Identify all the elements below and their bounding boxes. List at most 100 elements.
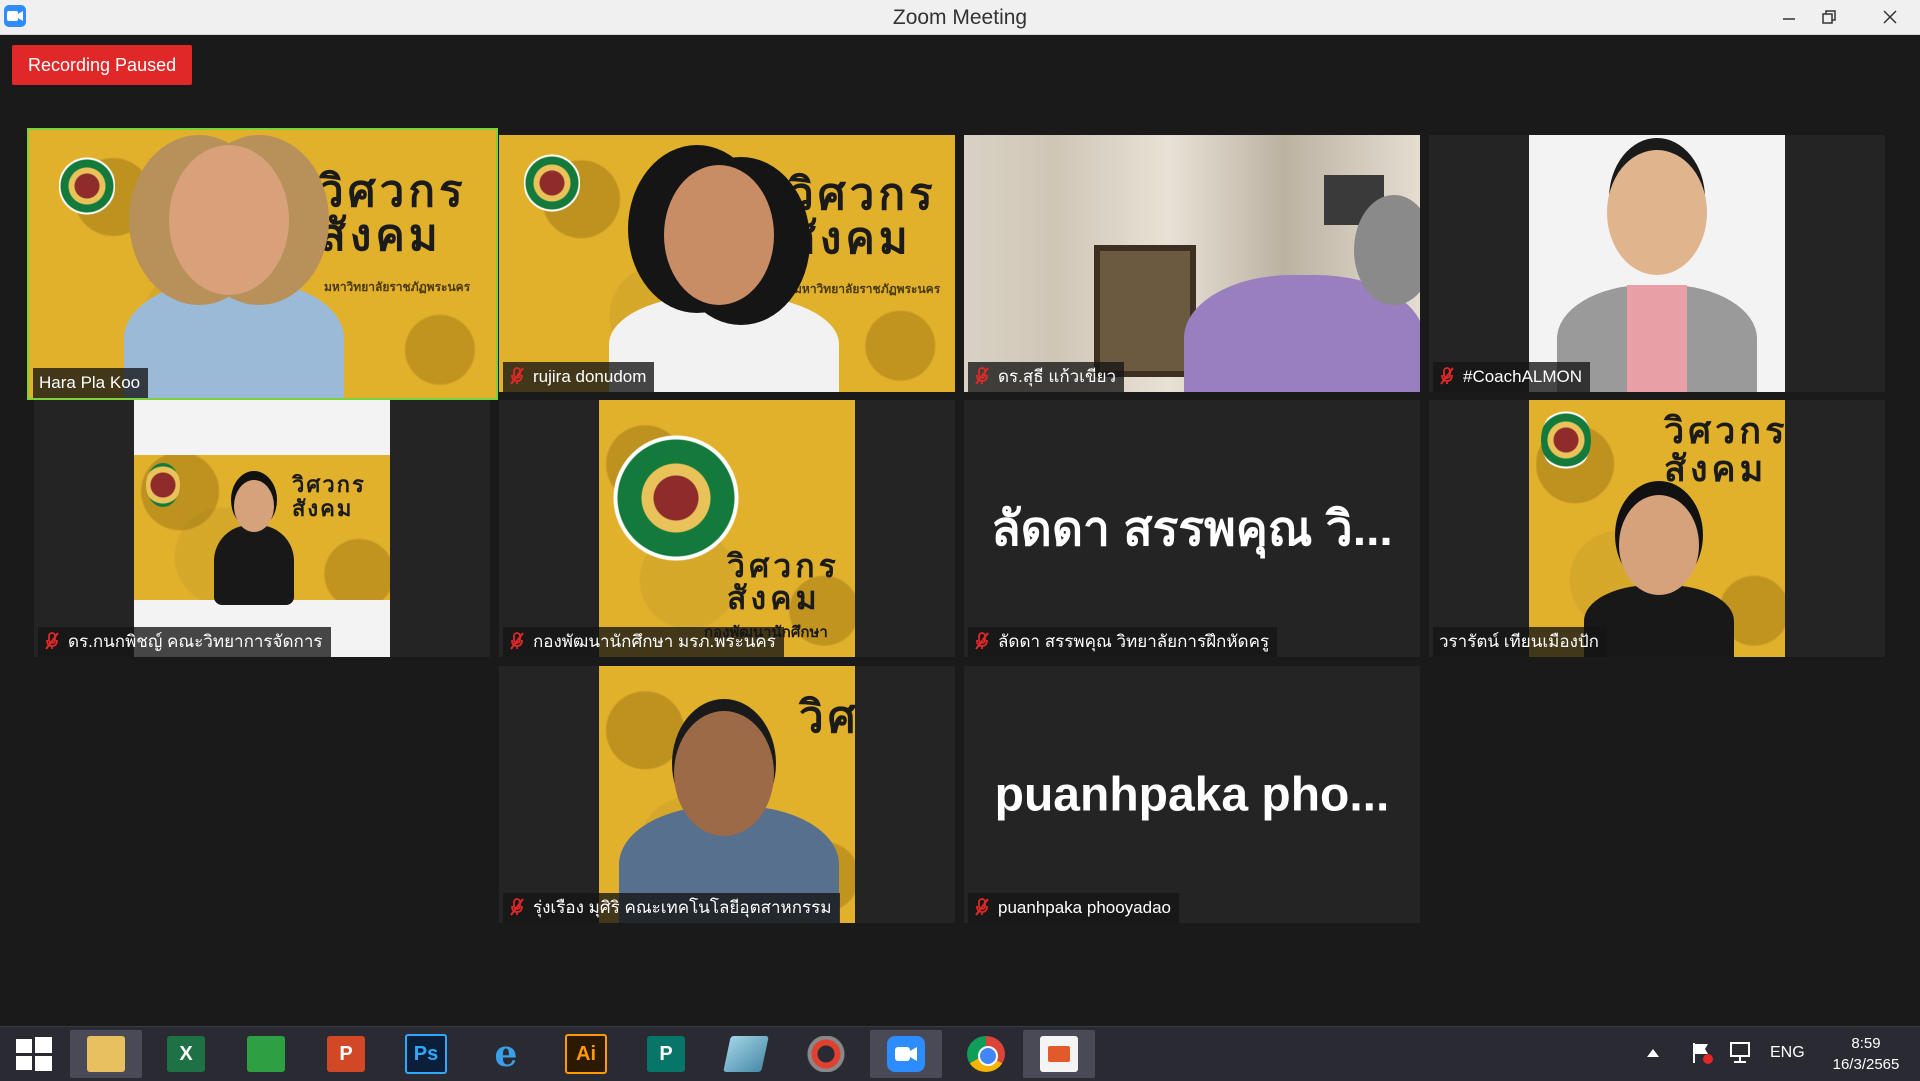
participant-name-tag: Hara Pla Koo: [33, 368, 149, 398]
participant-name-tag: puanhpaka phooyadao: [968, 893, 1179, 923]
close-button[interactable]: [1860, 0, 1920, 34]
taskbar-photo-app[interactable]: [1023, 1030, 1095, 1078]
banner-subtitle: มหาวิทยาลัยราชภัฏพระนคร: [324, 280, 471, 294]
photoscape-icon: [807, 1036, 845, 1072]
university-logo: [1541, 408, 1591, 472]
participant-display-name: puanhpaka pho...: [994, 768, 1390, 821]
muted-mic-icon: [975, 898, 989, 916]
participant-name-tag: rujira donudom: [503, 362, 655, 392]
participant-tile-9[interactable]: วิศวกร รุ่งเรือง มุศิริ คณะเทคโนโลยีอุตส…: [499, 666, 955, 923]
muted-mic-icon: [1440, 367, 1454, 385]
powerpoint-icon: P: [327, 1036, 365, 1072]
participant-name-tag: #CoachALMON: [1433, 362, 1591, 392]
taskbar-publisher[interactable]: P: [630, 1030, 702, 1078]
publisher-icon: P: [647, 1036, 685, 1072]
muted-mic-icon: [975, 632, 989, 650]
participant-tile-4[interactable]: #CoachALMON: [1429, 135, 1885, 392]
muted-mic-icon: [510, 367, 524, 385]
taskbar-store[interactable]: [230, 1030, 302, 1078]
illustrator-icon: Ai: [565, 1034, 607, 1074]
participant-face: [1619, 495, 1699, 595]
participant-face: [169, 145, 289, 295]
participant-name-tag: รุ่งเรือง มุศิริ คณะเทคโนโลยีอุตสาหกรรม: [503, 893, 840, 923]
taskbar-powerpoint[interactable]: P: [310, 1030, 382, 1078]
participant-face: [664, 165, 774, 305]
participant-face: [1607, 150, 1707, 275]
taskbar-excel[interactable]: X: [150, 1030, 222, 1078]
start-button[interactable]: [0, 1030, 72, 1078]
participant-name-tag: ดร.กนกพิชญ์ คณะวิทยาการจัดการ: [38, 627, 331, 657]
muted-mic-icon: [510, 898, 524, 916]
participant-tile-5[interactable]: วิศวกร สังคม ดร.กนกพิชญ์ คณะวิทยาการจัดกา…: [34, 400, 490, 657]
taskbar-internet-explorer[interactable]: e: [470, 1030, 542, 1078]
taskbar-zoom[interactable]: [870, 1030, 942, 1078]
clock-date: 16/3/2565: [1832, 1056, 1900, 1073]
university-logo: [146, 463, 180, 507]
store-icon: [247, 1036, 285, 1072]
photo-app-icon: [1040, 1036, 1078, 1072]
banner-title: วิศวกร สังคม: [319, 166, 467, 261]
taskbar-notes[interactable]: [710, 1030, 782, 1078]
taskbar-illustrator[interactable]: Ai: [550, 1030, 622, 1078]
muted-mic-icon: [45, 632, 59, 650]
taskbar-photoscape[interactable]: [790, 1030, 862, 1078]
participant-tile-7[interactable]: ลัดดา สรรพคุณ วิ... ลัดดา สรรพคุณ วิทยาล…: [964, 400, 1420, 657]
participant-name-tag: วรารัตน์ เทียนเมืองปัก: [1433, 627, 1607, 657]
participant-tile-3[interactable]: ดร.สุธี แก้วเขียว: [964, 135, 1420, 392]
participant-tile-1[interactable]: วิศวกร สังคม มหาวิทยาลัยราชภัฏพระนคร Hara…: [27, 128, 498, 400]
banner-title: วิศวกร สังคม: [292, 472, 366, 522]
participant-video: วิศวกรสังคม กองพัฒนานักศึกษา: [599, 400, 855, 657]
file-explorer-icon: [87, 1036, 125, 1072]
show-hidden-icons-icon[interactable]: [1646, 1048, 1660, 1058]
input-language-indicator[interactable]: ENG: [1770, 1044, 1805, 1062]
notes-icon: [723, 1036, 769, 1072]
participant-face: [674, 711, 774, 836]
excel-icon: X: [167, 1036, 205, 1072]
banner-title: วิศวกร สังคม: [1664, 410, 1785, 490]
banner-title: วิศวกร สังคม: [789, 169, 937, 264]
participant-display-name: ลัดดา สรรพคุณ วิ...: [991, 502, 1393, 556]
taskbar-chrome[interactable]: [950, 1030, 1022, 1078]
participant-video: [964, 135, 1420, 392]
muted-mic-icon: [510, 632, 524, 650]
participant-name-tag: ลัดดา สรรพคุณ วิทยาลัยการฝึกหัดครู: [968, 627, 1278, 657]
participant-video: วิศวกร สังคม: [1529, 400, 1785, 657]
participant-body: [214, 525, 294, 605]
clock-time: 8:59: [1851, 1035, 1881, 1052]
participant-tile-8[interactable]: วิศวกร สังคม วรารัตน์ เทียนเมืองปัก: [1429, 400, 1885, 657]
banner-subtitle: มหาวิทยาลัยราชภัฏพระนคร: [794, 282, 941, 296]
restore-button[interactable]: [1806, 0, 1852, 34]
participant-shirt: [1627, 285, 1687, 392]
banner-title: วิศวกร สังคม: [727, 547, 840, 617]
taskbar-file-explorer[interactable]: [70, 1030, 142, 1078]
windows-logo-icon: [16, 1037, 52, 1071]
recording-status-badge[interactable]: Recording Paused: [12, 45, 193, 85]
photoshop-icon: Ps: [405, 1034, 447, 1074]
participant-face: [234, 480, 274, 532]
taskbar-photoshop[interactable]: Ps: [390, 1030, 462, 1078]
windows-taskbar: X P Ps e Ai P ENG 8:59 16/3/2565: [0, 1026, 1920, 1081]
participant-video: วิศวกร สังคม มหาวิทยาลัยราชภัฏพระนคร: [499, 135, 955, 392]
banner-title: วิศวกร: [799, 692, 855, 743]
university-logo: [59, 150, 115, 222]
participant-name-tag: กองพัฒนานักศึกษา มรภ.พระนคร: [503, 627, 784, 657]
university-seal: [611, 418, 741, 578]
zoom-icon: [887, 1036, 925, 1072]
participant-tile-2[interactable]: วิศวกร สังคม มหาวิทยาลัยราชภัฏพระนคร ruji…: [499, 135, 955, 392]
participant-name-tag: ดร.สุธี แก้วเขียว: [968, 362, 1125, 392]
participant-tile-6[interactable]: วิศวกรสังคม กองพัฒนานักศึกษา กองพัฒนานัก…: [499, 400, 955, 657]
internet-explorer-icon: e: [494, 1033, 518, 1075]
participant-body: [124, 280, 344, 398]
network-icon[interactable]: [1728, 1041, 1754, 1065]
participant-tile-10[interactable]: puanhpaka pho... puanhpaka phooyadao: [964, 666, 1420, 923]
action-center-flag-icon[interactable]: [1690, 1041, 1714, 1065]
window-title-bar: Zoom Meeting: [0, 0, 1920, 35]
system-clock[interactable]: 8:59 16/3/2565: [1818, 1033, 1914, 1075]
participant-video: วิศวกร สังคม: [134, 400, 390, 657]
muted-mic-icon: [975, 367, 989, 385]
chrome-icon: [967, 1036, 1005, 1072]
window-title: Zoom Meeting: [892, 6, 1028, 29]
participant-video: วิศวกร: [599, 666, 855, 923]
virtual-background-banner: วิศวกร สังคม: [134, 455, 390, 605]
framed-portrait: [1094, 245, 1196, 377]
